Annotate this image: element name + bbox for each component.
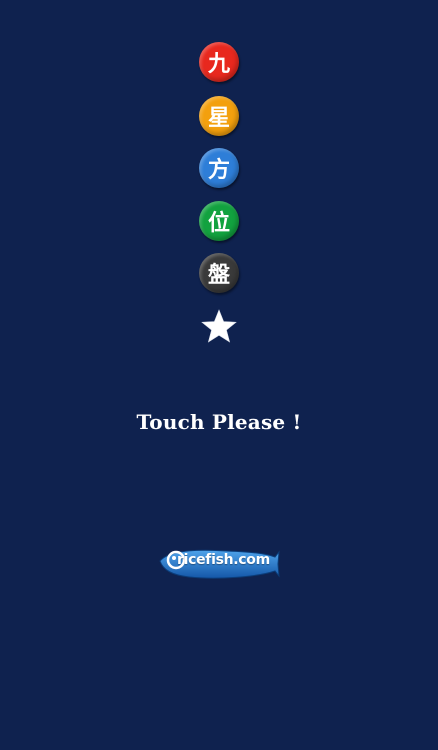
touch-prompt[interactable]: Touch Please ! <box>0 410 438 434</box>
ricefish-logo[interactable]: ricefish.com <box>157 544 281 582</box>
star-icon[interactable] <box>200 308 238 346</box>
kanji-badge-ban[interactable]: 盤 <box>199 253 239 293</box>
app-screen: 九 星 方 位 盤 Touch Please ! ricefish.com <box>0 0 438 750</box>
kanji-badge-hou[interactable]: 方 <box>199 148 239 188</box>
brand-text: ricefish.com <box>177 552 270 568</box>
kanji-badge-sei[interactable]: 星 <box>199 96 239 136</box>
kanji-badge-kyu[interactable]: 九 <box>199 42 239 82</box>
kanji-badge-i[interactable]: 位 <box>199 201 239 241</box>
